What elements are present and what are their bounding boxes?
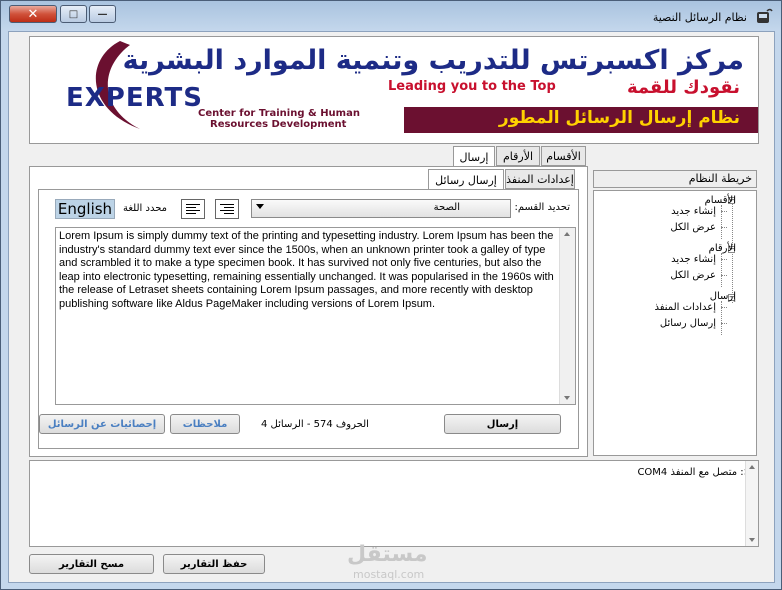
watermark-url: mostaql.com: [353, 568, 425, 581]
maximize-icon: □: [68, 8, 79, 20]
banner-system-name: نظام إرسال الرسائل المطور: [498, 108, 740, 128]
send-button[interactable]: إرسال: [444, 414, 561, 434]
minimize-button[interactable]: —: [89, 5, 116, 23]
language-toggle-button[interactable]: English: [55, 199, 115, 219]
scroll-up-icon: [749, 465, 755, 469]
department-select[interactable]: الصحة: [251, 199, 511, 218]
banner-brand-sub-line1: Center for Training & Human: [198, 108, 360, 119]
log-scrollbar[interactable]: [745, 461, 758, 546]
department-value: الصحة: [433, 202, 460, 213]
send-tab-panel: إرسال رسائل إعدادات المنفذ تحديد القسم: …: [29, 166, 588, 457]
scroll-up-icon: [564, 232, 570, 236]
banner-brand-sub-line2: Resources Development: [210, 119, 347, 130]
save-reports-button[interactable]: حفظ التقارير: [163, 554, 265, 574]
watermark-text: مستقل: [347, 542, 428, 567]
minimize-icon: —: [97, 8, 108, 20]
maximize-button[interactable]: □: [60, 5, 87, 23]
sub-tabs: إرسال رسائل إعدادات المنفذ: [428, 169, 576, 191]
banner-brand-sub: Center for Training & Human Resources De…: [198, 108, 360, 130]
tree-node-numbers-list[interactable]: عرض الكل: [670, 270, 716, 281]
tree-node-numbers-new[interactable]: إنشاء جديد: [671, 254, 716, 265]
system-map: خريطة النظام − الأقسام إنشاء جديد عرض ال…: [593, 170, 757, 456]
client-area: مركز اكسبرتس للتدريب وتنمية الموارد البش…: [8, 31, 775, 583]
tree-node-numbers[interactable]: الأرقام: [709, 243, 736, 254]
main-tabs: إرسال الأرقام الأقسام: [453, 146, 587, 168]
tree-node-departments-new[interactable]: إنشاء جديد: [671, 206, 716, 217]
system-map-tree[interactable]: − الأقسام إنشاء جديد عرض الكل − الأرقام …: [593, 190, 757, 456]
message-stats-button[interactable]: إحصائيات عن الرسائل: [39, 414, 165, 434]
tab-send[interactable]: إرسال: [453, 146, 495, 168]
banner-slogan-ar: نقودك للقمة: [626, 77, 740, 98]
status-log-text: <: متصل مع المنفذ COM4: [637, 467, 752, 478]
align-left-button[interactable]: [181, 199, 205, 219]
chevron-down-icon: [256, 204, 264, 209]
tree-node-departments-list[interactable]: عرض الكل: [670, 222, 716, 233]
status-log[interactable]: <: متصل مع المنفذ COM4: [29, 460, 759, 547]
character-counter: الحروف 574 - الرسائل 4: [261, 419, 369, 430]
message-scrollbar[interactable]: [559, 228, 575, 404]
banner-brand: EXPERTS: [66, 83, 203, 113]
notes-button[interactable]: ملاحظات: [170, 414, 240, 434]
scroll-down-icon: [749, 538, 755, 542]
tab-port-settings[interactable]: إعدادات المنفذ: [505, 169, 575, 189]
window-title: نظام الرسائل النصية: [652, 11, 747, 24]
language-label: محدد اللغة: [123, 203, 168, 214]
tab-departments[interactable]: الأقسام: [541, 146, 586, 166]
scroll-down-icon: [564, 396, 570, 400]
align-right-button[interactable]: [215, 199, 239, 219]
close-icon: ✕: [27, 6, 39, 22]
message-textarea[interactable]: Lorem Ipsum is simply dummy text of the …: [55, 227, 576, 405]
banner-arabic-title: مركز اكسبرتس للتدريب وتنمية الموارد البش…: [122, 45, 744, 76]
tree-node-send[interactable]: إرسال: [710, 291, 736, 302]
title-bar: ✕ □ — نظام الرسائل النصية: [1, 1, 781, 31]
clear-reports-button[interactable]: مسح التقارير: [29, 554, 154, 574]
tab-send-messages[interactable]: إرسال رسائل: [428, 169, 504, 191]
close-button[interactable]: ✕: [9, 5, 57, 23]
department-label: تحديد القسم:: [514, 202, 570, 213]
tree-node-port-settings[interactable]: إعدادات المنفذ: [654, 302, 716, 313]
app-phone-icon: [757, 8, 773, 23]
header-banner: مركز اكسبرتس للتدريب وتنمية الموارد البش…: [29, 36, 759, 144]
app-window: ✕ □ — نظام الرسائل النصية مركز اكسبرتس ل…: [0, 0, 782, 590]
compose-panel: تحديد القسم: الصحة محدد اللغة English Lo…: [38, 189, 579, 449]
message-text: Lorem Ipsum is simply dummy text of the …: [59, 230, 554, 310]
tree-node-send-messages[interactable]: إرسال رسائل: [660, 318, 716, 329]
system-map-title: خريطة النظام: [593, 170, 757, 188]
banner-slogan-en: Leading you to the Top: [388, 79, 556, 94]
tab-numbers[interactable]: الأرقام: [496, 146, 540, 166]
